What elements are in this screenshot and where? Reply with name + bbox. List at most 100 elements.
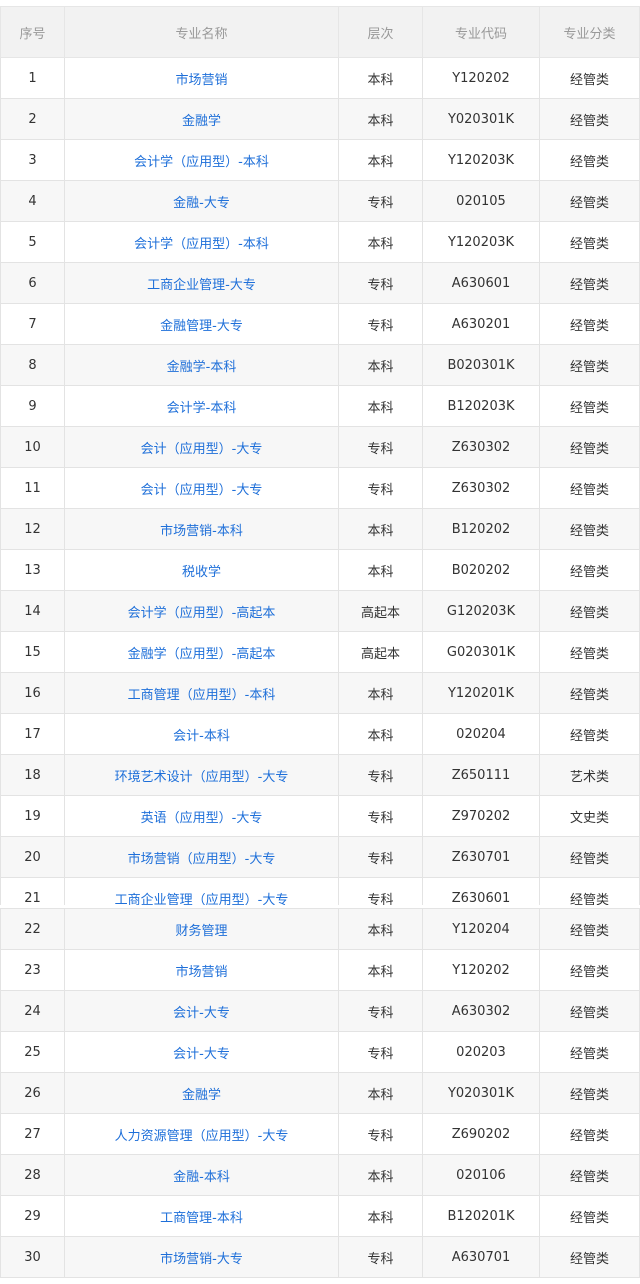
row-major-code: Z630701	[422, 836, 540, 878]
row-major-name-link[interactable]: 市场营销	[64, 949, 339, 991]
table-row: 21 工商企业管理（应用型）-大专 专科 Z630601 经管类	[0, 877, 640, 905]
row-major-name-link[interactable]: 市场营销	[64, 57, 339, 99]
row-category: 经管类	[539, 1113, 640, 1155]
row-index: 13	[0, 549, 65, 591]
row-major-code: B120202	[422, 508, 540, 550]
table-row: 22 财务管理 本科 Y120204 经管类	[0, 908, 640, 950]
row-level: 本科	[338, 221, 423, 263]
row-level: 专科	[338, 303, 423, 345]
row-index: 3	[0, 139, 65, 181]
row-major-name-link[interactable]: 金融学	[64, 1072, 339, 1114]
table-row: 4 金融-大专 专科 020105 经管类	[0, 180, 640, 222]
row-level: 专科	[338, 426, 423, 468]
table-row: 25 会计-大专 专科 020203 经管类	[0, 1031, 640, 1073]
row-index: 16	[0, 672, 65, 714]
row-index: 17	[0, 713, 65, 755]
row-major-name-link[interactable]: 金融学-本科	[64, 344, 339, 386]
row-level: 本科	[338, 1195, 423, 1237]
row-major-name-link[interactable]: 工商管理-本科	[64, 1195, 339, 1237]
row-major-code: Z690202	[422, 1113, 540, 1155]
row-major-name-link[interactable]: 市场营销-大专	[64, 1236, 339, 1278]
row-level: 高起本	[338, 590, 423, 632]
table-section-2: 22 财务管理 本科 Y120204 经管类 23 市场营销 本科 Y120202 经管类 24 会计…	[0, 908, 640, 1278]
row-major-name-link[interactable]: 会计（应用型）-大专	[64, 426, 339, 468]
table-row: 27 人力资源管理（应用型）-大专 专科 Z690202 经管类	[0, 1113, 640, 1155]
row-level: 专科	[338, 1113, 423, 1155]
row-major-name-link[interactable]: 工商管理（应用型）-本科	[64, 672, 339, 714]
table-row: 24 会计-大专 专科 A630302 经管类	[0, 990, 640, 1032]
table-row: 29 工商管理-本科 本科 B120201K 经管类	[0, 1195, 640, 1237]
row-category: 经管类	[539, 139, 640, 181]
row-category: 经管类	[539, 949, 640, 991]
row-category: 经管类	[539, 672, 640, 714]
row-major-name-link[interactable]: 市场营销-本科	[64, 508, 339, 550]
table-row: 6 工商企业管理-大专 专科 A630601 经管类	[0, 262, 640, 304]
row-major-code: Y120203K	[422, 221, 540, 263]
row-level: 本科	[338, 949, 423, 991]
row-index: 7	[0, 303, 65, 345]
row-level: 专科	[338, 180, 423, 222]
row-major-name-link[interactable]: 工商企业管理（应用型）-大专	[64, 877, 339, 905]
row-major-name-link[interactable]: 金融-大专	[64, 180, 339, 222]
row-level: 专科	[338, 877, 423, 905]
row-category: 经管类	[539, 877, 640, 905]
row-category: 经管类	[539, 467, 640, 509]
row-category: 经管类	[539, 1236, 640, 1278]
major-table-continued: 22 财务管理 本科 Y120204 经管类 23 市场营销 本科 Y120202 经管类 24 会计…	[0, 908, 640, 1278]
row-major-name-link[interactable]: 会计（应用型）-大专	[64, 467, 339, 509]
row-index: 22	[0, 908, 65, 950]
row-category: 经管类	[539, 98, 640, 140]
row-index: 8	[0, 344, 65, 386]
row-major-name-link[interactable]: 金融-本科	[64, 1154, 339, 1196]
row-category: 经管类	[539, 713, 640, 755]
row-major-name-link[interactable]: 英语（应用型）-大专	[64, 795, 339, 837]
row-index: 18	[0, 754, 65, 796]
header-major-code: 专业代码	[422, 6, 540, 58]
row-index: 9	[0, 385, 65, 427]
row-major-name-link[interactable]: 金融学	[64, 98, 339, 140]
row-category: 经管类	[539, 180, 640, 222]
row-index: 4	[0, 180, 65, 222]
row-index: 24	[0, 990, 65, 1032]
row-major-name-link[interactable]: 会计学-本科	[64, 385, 339, 427]
row-major-name-link[interactable]: 金融管理-大专	[64, 303, 339, 345]
row-category: 经管类	[539, 908, 640, 950]
table-row: 28 金融-本科 本科 020106 经管类	[0, 1154, 640, 1196]
row-major-code: A630601	[422, 262, 540, 304]
row-level: 本科	[338, 385, 423, 427]
row-major-name-link[interactable]: 环境艺术设计（应用型）-大专	[64, 754, 339, 796]
row-major-name-link[interactable]: 税收学	[64, 549, 339, 591]
row-major-name-link[interactable]: 金融学（应用型）-高起本	[64, 631, 339, 673]
table-row: 14 会计学（应用型）-高起本 高起本 G120203K 经管类	[0, 590, 640, 632]
row-category: 经管类	[539, 990, 640, 1032]
row-major-name-link[interactable]: 会计学（应用型）-高起本	[64, 590, 339, 632]
row-major-name-link[interactable]: 市场营销（应用型）-大专	[64, 836, 339, 878]
row-index: 27	[0, 1113, 65, 1155]
header-index: 序号	[0, 6, 65, 58]
row-level: 本科	[338, 1154, 423, 1196]
row-major-code: G020301K	[422, 631, 540, 673]
row-major-name-link[interactable]: 会计-本科	[64, 713, 339, 755]
row-major-name-link[interactable]: 工商企业管理-大专	[64, 262, 339, 304]
row-level: 专科	[338, 1236, 423, 1278]
row-major-name-link[interactable]: 会计-大专	[64, 1031, 339, 1073]
table-header-row: 序号 专业名称 层次 专业代码 专业分类	[0, 6, 640, 58]
row-major-code: Z630302	[422, 467, 540, 509]
row-major-name-link[interactable]: 财务管理	[64, 908, 339, 950]
row-index: 19	[0, 795, 65, 837]
row-index: 1	[0, 57, 65, 99]
row-index: 11	[0, 467, 65, 509]
row-major-name-link[interactable]: 会计学（应用型）-本科	[64, 221, 339, 263]
row-major-code: B020202	[422, 549, 540, 591]
row-category: 艺术类	[539, 754, 640, 796]
row-level: 本科	[338, 713, 423, 755]
row-major-name-link[interactable]: 会计学（应用型）-本科	[64, 139, 339, 181]
row-index: 12	[0, 508, 65, 550]
row-major-code: Y120201K	[422, 672, 540, 714]
row-level: 专科	[338, 467, 423, 509]
row-index: 6	[0, 262, 65, 304]
row-major-name-link[interactable]: 会计-大专	[64, 990, 339, 1032]
row-index: 15	[0, 631, 65, 673]
row-level: 本科	[338, 139, 423, 181]
row-major-name-link[interactable]: 人力资源管理（应用型）-大专	[64, 1113, 339, 1155]
